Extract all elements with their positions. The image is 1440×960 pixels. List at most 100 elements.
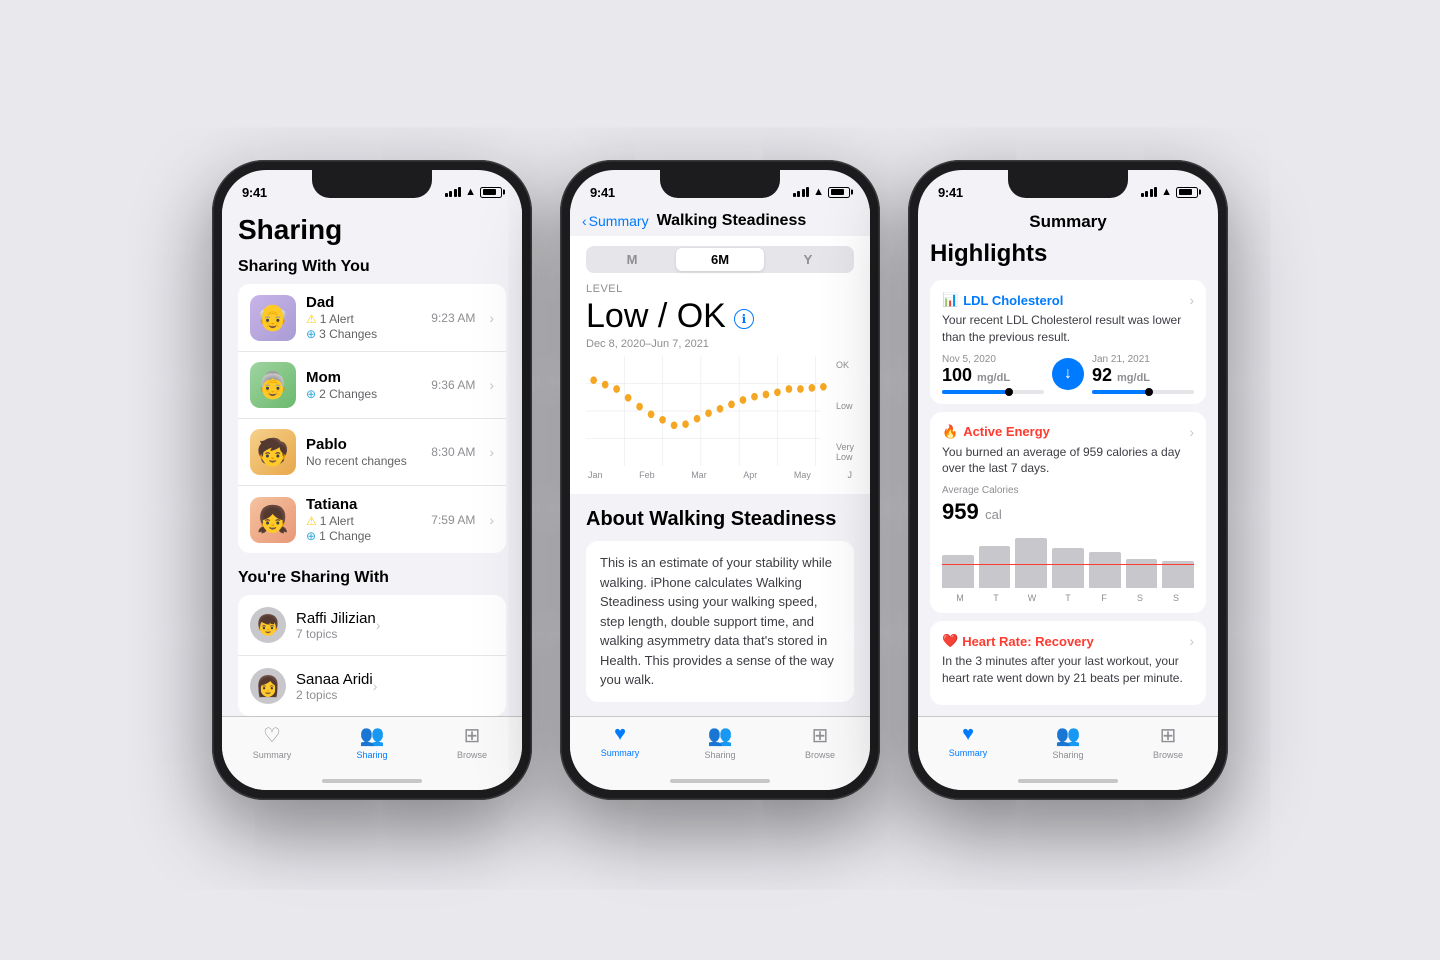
alert-icon-tatiana: ⚠ [306,514,317,528]
ldl-body: Your recent LDL Cholesterol result was l… [942,312,1194,346]
ldl-dot-1 [1005,388,1013,396]
avatar-dad: 👴 [250,295,296,341]
signal-bars-1 [445,187,462,197]
signal-bars-2 [793,187,810,197]
simple-item-raffi[interactable]: 👦 Raffi Jilizian 7 topics › [238,595,506,656]
sharing-item-pablo[interactable]: 🧒 Pablo No recent changes 8:30 AM › [238,419,506,486]
battery-fill-2 [831,189,845,195]
tab-bar-1: ♡ Summary 👥 Sharing ⊞ Browse [222,716,522,772]
heart-icon: ❤️ [942,633,958,649]
item-info-dad: Dad ⚠ 1 Alert ⊕ 3 Changes [306,294,421,341]
tab-summary-2[interactable]: ♥ Summary [570,723,670,760]
item-info-mom: Mom ⊕ 2 Changes [306,369,421,401]
ws-info-button[interactable]: ℹ [734,309,754,329]
home-bar-2 [670,779,770,783]
chart-label-ok: OK [836,360,854,370]
simple-item-sanaa[interactable]: 👩 Sanaa Aridi 2 topics › [238,656,506,716]
tab-browse-label-1: Browse [457,750,487,760]
month-apr: Apr [743,470,757,480]
ws-about-title: About Walking Steadiness [586,508,854,531]
avatar-mom: 👵 [250,362,296,408]
heart-card: ❤️ Heart Rate: Recovery › In the 3 minut… [930,621,1206,705]
sharing-tab-icon-3: 👥 [1056,723,1081,748]
cal-value: 959 [942,499,979,524]
ws-page-title: Walking Steadiness [657,212,807,230]
signal-bar-2-1 [793,193,796,197]
chevron-raffi: › [376,617,381,633]
chart-label-verylow: VeryLow [836,442,854,462]
heart-tab-icon-2: ♥ [614,723,626,746]
tab-browse-3[interactable]: ⊞ Browse [1118,723,1218,760]
ldl-side-1: Nov 5, 2020 100 mg/dL [942,354,1044,394]
item-alert-tatiana: ⚠ 1 Alert [306,514,421,528]
battery-icon-2 [828,187,850,198]
chevron-mom: › [489,377,494,393]
tab-sharing-2[interactable]: 👥 Sharing [670,723,770,760]
wifi-icon-2: ▲ [813,186,824,198]
item-sub-pablo: No recent changes [306,454,421,468]
tab-summary-1[interactable]: ♡ Summary [222,723,322,760]
signal-bar-3-1 [1141,193,1144,197]
time-selector: M 6M Y [586,246,854,273]
time-btn-y[interactable]: Y [764,248,852,271]
ws-level-value: Low / OK ℹ [586,297,854,336]
phone-2-screen: 9:41 ▲ ‹ Summ [570,170,870,790]
chevron-tatiana: › [489,512,494,528]
tab-summary-label-3: Summary [949,748,988,758]
youre-sharing-list: 👦 Raffi Jilizian 7 topics › 👩 Sanaa Arid… [238,595,506,716]
cal-unit: cal [985,507,1002,522]
ws-chart: OK Low VeryLow [586,356,854,466]
browse-tab-icon-2: ⊞ [812,723,829,748]
signal-bar-4 [458,187,461,197]
tab-summary-label-2: Summary [601,748,640,758]
battery-fill-1 [483,189,497,195]
ws-nav: ‹ Summary Walking Steadiness [570,208,870,236]
ldl-title-text: LDL Cholesterol [963,293,1063,308]
ldl-card: 📊 LDL Cholesterol › Your recent LDL Chol… [930,280,1206,404]
chart-label-low: Low [836,401,854,411]
tab-browse-2[interactable]: ⊞ Browse [770,723,870,760]
tab-sharing-label-2: Sharing [704,750,735,760]
notch-2 [660,170,780,198]
ws-back-button[interactable]: ‹ Summary [582,213,649,229]
signal-bar-1 [445,193,448,197]
ws-about-box: This is an estimate of your stability wh… [586,541,854,702]
tab-sharing-1[interactable]: 👥 Sharing [322,723,422,760]
ws-chart-right-labels: OK Low VeryLow [836,356,854,466]
changes-icon-mom: ⊕ [306,387,316,401]
sharing-item-mom[interactable]: 👵 Mom ⊕ 2 Changes 9:36 AM › [238,352,506,419]
time-btn-6m[interactable]: 6M [676,248,764,271]
ldl-dot-2 [1145,388,1153,396]
status-icons-3: ▲ [1141,186,1198,198]
item-time-tatiana: 7:59 AM [431,513,475,527]
ldl-bar-2 [1092,390,1194,394]
simple-topics-sanaa: 2 topics [296,688,373,702]
ldl-value-1: 100 mg/dL [942,365,1044,386]
sharing-tab-icon-2: 👥 [708,723,733,748]
tab-browse-label-3: Browse [1153,750,1183,760]
signal-bar-2-2 [797,191,800,197]
home-indicator-3 [918,772,1218,790]
simple-name-raffi: Raffi Jilizian [296,610,376,627]
energy-icon: 🔥 [942,424,958,440]
sharing-with-you-header: Sharing With You [238,258,506,276]
sharing-with-header: You're Sharing With [238,569,506,587]
time-btn-m[interactable]: M [588,248,676,271]
browse-tab-icon-1: ⊞ [464,723,481,748]
status-icons-2: ▲ [793,186,850,198]
tab-browse-1[interactable]: ⊞ Browse [422,723,522,760]
tab-sharing-3[interactable]: 👥 Sharing [1018,723,1118,760]
bar-t1 [979,546,1011,588]
sharing-item-tatiana[interactable]: 👧 Tatiana ⚠ 1 Alert ⊕ 1 Change [238,486,506,553]
ldl-icon: 📊 [942,292,958,308]
item-changes-mom: ⊕ 2 Changes [306,387,421,401]
item-info-tatiana: Tatiana ⚠ 1 Alert ⊕ 1 Change [306,496,421,543]
tab-summary-3[interactable]: ♥ Summary [918,723,1018,760]
ws-about: About Walking Steadiness This is an esti… [570,494,870,716]
no-changes-pablo: No recent changes [306,454,407,468]
sharing-title: Sharing [238,214,506,246]
simple-name-sanaa: Sanaa Aridi [296,671,373,688]
changes-icon-dad: ⊕ [306,327,316,341]
sharing-item-dad[interactable]: 👴 Dad ⚠ 1 Alert ⊕ 3 Changes [238,284,506,352]
day-s2: S [1158,593,1194,603]
